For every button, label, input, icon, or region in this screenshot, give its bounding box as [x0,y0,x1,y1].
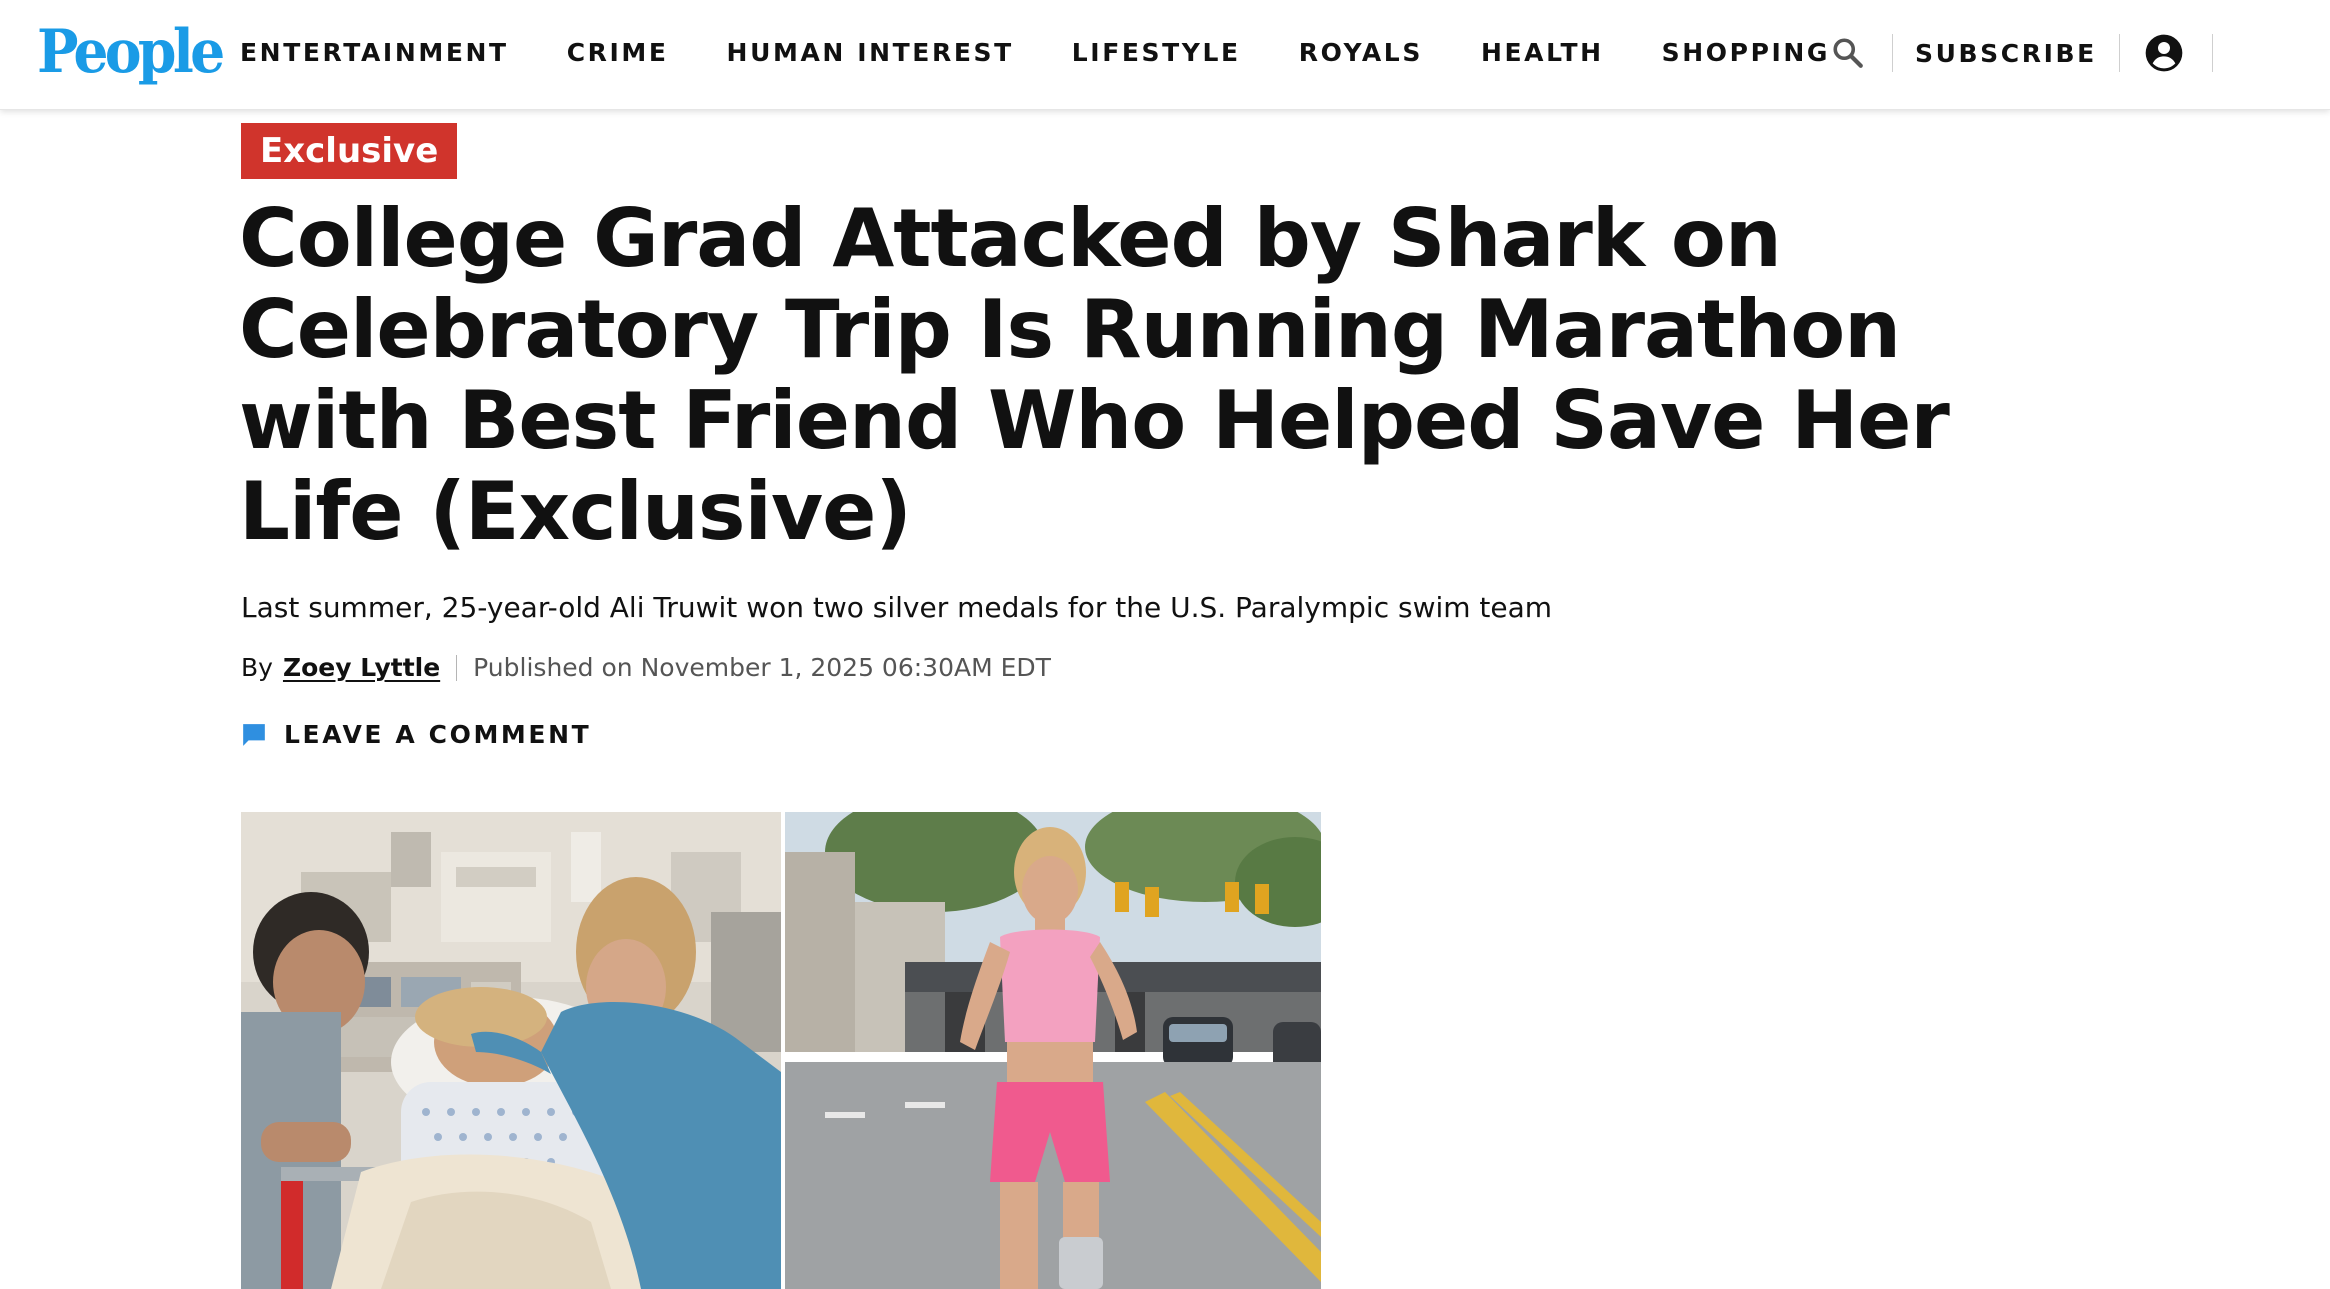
leave-comment-label: LEAVE A COMMENT [284,720,592,749]
publish-date: Published on November 1, 2025 06:30AM ED… [473,653,1051,682]
byline-divider [456,655,458,681]
nav-item-health[interactable]: HEALTH [1481,33,1604,73]
nav-item-human-interest[interactable]: HUMAN INTEREST [727,33,1014,73]
byline: By Zoey Lyttle Published on November 1, … [241,648,1051,688]
byline-prefix: By [241,653,273,682]
header-divider [2211,34,2213,72]
site-header: People ENTERTAINMENT CRIME HUMAN INTERES… [0,0,2330,110]
nav-item-entertainment[interactable]: ENTERTAINMENT [240,33,509,73]
article-headline: College Grad Attacked by Shark on Celebr… [239,192,1950,558]
nav-item-lifestyle[interactable]: LIFESTYLE [1072,33,1241,73]
header-divider [2118,34,2120,72]
author-link[interactable]: Zoey Lyttle [283,648,440,688]
hero-image [241,812,1321,1289]
main-nav: ENTERTAINMENT CRIME HUMAN INTEREST LIFES… [240,33,1888,73]
nav-item-shopping[interactable]: SHOPPING [1662,33,1830,73]
nav-item-crime[interactable]: CRIME [567,33,669,73]
header-actions: SUBSCRIBE [1826,24,2213,82]
people-logo[interactable]: People [37,14,225,90]
hospital-bed-photo [241,812,781,1289]
nav-item-royals[interactable]: ROYALS [1299,33,1423,73]
search-icon[interactable] [1826,31,1870,75]
subscribe-button[interactable]: SUBSCRIBE [1893,39,2119,68]
runner-on-street-photo [785,812,1321,1289]
account-circle-icon[interactable] [2142,31,2186,75]
leave-comment-button[interactable]: LEAVE A COMMENT [241,717,591,753]
comment-icon [241,722,267,748]
exclusive-badge[interactable]: Exclusive [241,123,458,179]
article-subheading: Last summer, 25-year-old Ali Truwit won … [241,591,1553,624]
